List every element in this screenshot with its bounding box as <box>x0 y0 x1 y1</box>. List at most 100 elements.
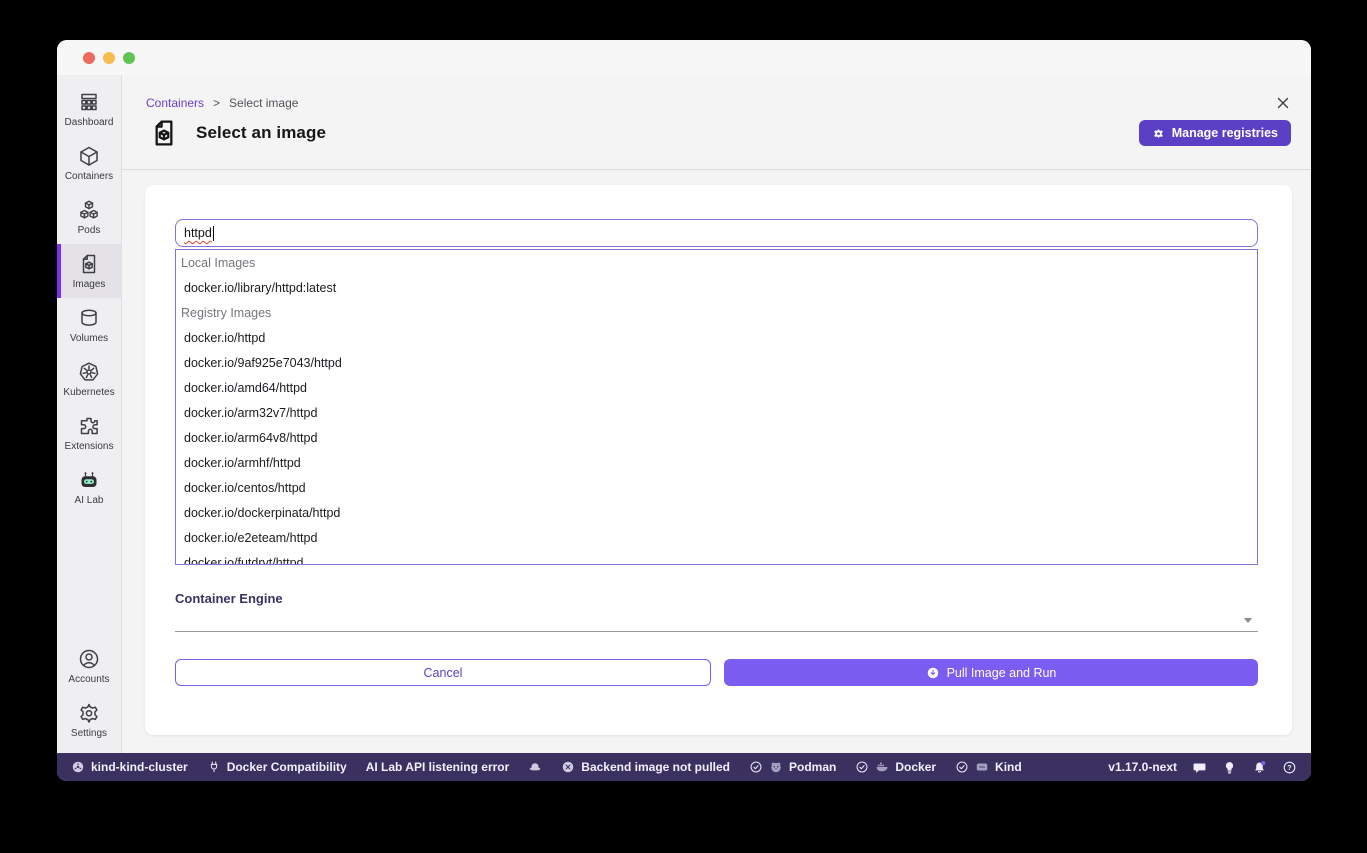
status-item-backend-image-not-pulled[interactable]: Backend image not pulled <box>561 760 730 774</box>
breadcrumb-containers[interactable]: Containers <box>146 96 204 110</box>
check-circle-icon <box>855 760 869 774</box>
cancel-button[interactable]: Cancel <box>175 659 711 686</box>
sidebar-item-containers[interactable]: Containers <box>57 136 121 190</box>
image-suggestion-item[interactable]: docker.io/arm32v7/httpd <box>176 400 1257 425</box>
sidebar-item-label: Volumes <box>70 333 108 344</box>
sidebar-item-label: Accounts <box>68 674 109 685</box>
list-group-header: Registry Images <box>176 300 1257 325</box>
sidebar-item-label: Images <box>73 279 106 290</box>
statusbar: kind-kind-cluster Docker Compatibility AI … <box>57 753 1311 781</box>
sidebar-item-extensions[interactable]: Extensions <box>57 406 121 460</box>
version-label: v1.17.0-next <box>1108 760 1177 774</box>
status-item-docker[interactable]: Docker <box>855 760 936 774</box>
sidebar-item-volumes[interactable]: Volumes <box>57 298 121 352</box>
image-suggestion-item[interactable]: docker.io/library/httpd:latest <box>176 275 1257 300</box>
sidebar-spacer <box>57 514 121 639</box>
image-suggestion-item[interactable]: docker.io/centos/httpd <box>176 475 1257 500</box>
chevron-down-icon <box>1244 618 1252 623</box>
accounts-icon <box>77 647 101 671</box>
image-suggestion-item[interactable]: docker.io/httpd <box>176 325 1257 350</box>
search-input-value: httpd <box>184 226 212 240</box>
error-circle-icon <box>561 760 575 774</box>
image-suggestion-item[interactable]: docker.io/amd64/httpd <box>176 375 1257 400</box>
bell-icon[interactable] <box>1252 760 1267 775</box>
manage-registries-label: Manage registries <box>1172 126 1278 140</box>
window-close-button[interactable] <box>83 52 95 64</box>
sidebar-item-label: Pods <box>78 225 101 236</box>
sidebar-item-settings[interactable]: Settings <box>57 693 121 747</box>
status-item-label: Docker <box>895 760 936 774</box>
title-row: Select an image Manage registries <box>146 117 1291 149</box>
status-item-label: Kind <box>995 760 1022 774</box>
status-item-podman[interactable]: Podman <box>749 760 836 774</box>
image-suggestion-item[interactable]: docker.io/armhf/httpd <box>176 450 1257 475</box>
sidebar-item-accounts[interactable]: Accounts <box>57 639 121 693</box>
status-item-label: Docker Compatibility <box>227 760 347 774</box>
sidebar-item-label: Dashboard <box>65 117 114 128</box>
sidebar-item-dashboard[interactable]: Dashboard <box>57 82 121 136</box>
sidebar-item-label: AI Lab <box>75 495 104 506</box>
feedback-bubble-icon[interactable] <box>1192 760 1207 775</box>
titlebar <box>57 40 1311 75</box>
check-circle-icon <box>749 760 763 774</box>
settings-icon <box>77 701 101 725</box>
sidebar-item-ai-lab[interactable]: AI Lab <box>57 460 121 514</box>
close-icon[interactable] <box>1275 95 1291 111</box>
image-suggestion-item[interactable]: docker.io/futdrvt/httpd <box>176 550 1257 565</box>
image-suggestion-item[interactable]: docker.io/dockerpinata/httpd <box>176 500 1257 525</box>
app-window: Dashboard Containers Pods Images Volumes Kube… <box>57 40 1311 781</box>
image-search-input[interactable]: httpd <box>175 219 1258 247</box>
sidebar-item-kubernetes[interactable]: Kubernetes <box>57 352 121 406</box>
status-item-docker-compatibility[interactable]: Docker Compatibility <box>207 760 347 774</box>
check-circle-icon <box>955 760 969 774</box>
status-item-label: AI Lab API listening error <box>366 760 510 774</box>
ai-lab-icon <box>77 468 101 492</box>
status-item-label: Podman <box>789 760 836 774</box>
image-suggestion-item[interactable]: docker.io/e2eteam/httpd <box>176 525 1257 550</box>
container-engine-select[interactable] <box>175 610 1258 632</box>
status-item-label: kind-kind-cluster <box>91 760 188 774</box>
sidebar-item-images[interactable]: Images <box>57 244 121 298</box>
help-circle-icon[interactable]: ? <box>1282 760 1297 775</box>
image-suggestion-item[interactable]: docker.io/9af925e7043/httpd <box>176 350 1257 375</box>
sidebar-item-pods[interactable]: Pods <box>57 190 121 244</box>
containers-icon <box>77 144 101 168</box>
fedora-hat-icon <box>528 760 542 774</box>
pods-icon <box>77 198 101 222</box>
kind-logo-icon <box>975 760 989 774</box>
sidebar-item-label: Settings <box>71 728 107 739</box>
manage-registries-button[interactable]: Manage registries <box>1139 120 1291 146</box>
pull-image-run-label: Pull Image and Run <box>947 666 1057 680</box>
status-item-ai-lab-api-listening-error[interactable]: AI Lab API listening error <box>366 760 510 774</box>
page-body: httpd Local Imagesdocker.io/library/http… <box>122 170 1311 753</box>
gear-icon <box>1152 127 1165 140</box>
window-zoom-button[interactable] <box>123 52 135 64</box>
image-suggestion-item[interactable]: docker.io/arm64v8/httpd <box>176 425 1257 450</box>
status-item-fedora-hat-icon[interactable] <box>528 760 542 774</box>
image-suggestion-list: Local Imagesdocker.io/library/httpd:late… <box>175 249 1258 565</box>
svg-text:?: ? <box>1287 765 1291 772</box>
select-image-dialog: httpd Local Imagesdocker.io/library/http… <box>145 185 1292 735</box>
dialog-actions: Cancel Pull Image and Run <box>175 659 1258 686</box>
cluster-wheel-icon <box>71 760 85 774</box>
sidebar-item-label: Containers <box>65 171 113 182</box>
pull-image-run-button[interactable]: Pull Image and Run <box>724 659 1258 686</box>
page-title: Select an image <box>196 123 326 143</box>
breadcrumb-separator: > <box>213 96 220 110</box>
page-header: Containers > Select image Select an ima <box>122 75 1311 170</box>
breadcrumb-current: Select image <box>229 96 298 110</box>
window-minimize-button[interactable] <box>103 52 115 64</box>
breadcrumb: Containers > Select image <box>146 95 1291 111</box>
lightbulb-icon[interactable] <box>1222 760 1237 775</box>
list-group-header: Local Images <box>176 250 1257 275</box>
sidebar: Dashboard Containers Pods Images Volumes Kube… <box>57 75 122 753</box>
kubernetes-icon <box>77 360 101 384</box>
image-file-icon <box>148 117 180 149</box>
volumes-icon <box>77 306 101 330</box>
content-area: Containers > Select image Select an ima <box>122 75 1311 753</box>
sidebar-item-label: Extensions <box>65 441 114 452</box>
status-item-kind[interactable]: Kind <box>955 760 1022 774</box>
dashboard-icon <box>77 90 101 114</box>
status-item-kind-kind-cluster[interactable]: kind-kind-cluster <box>71 760 188 774</box>
text-cursor <box>213 226 214 241</box>
